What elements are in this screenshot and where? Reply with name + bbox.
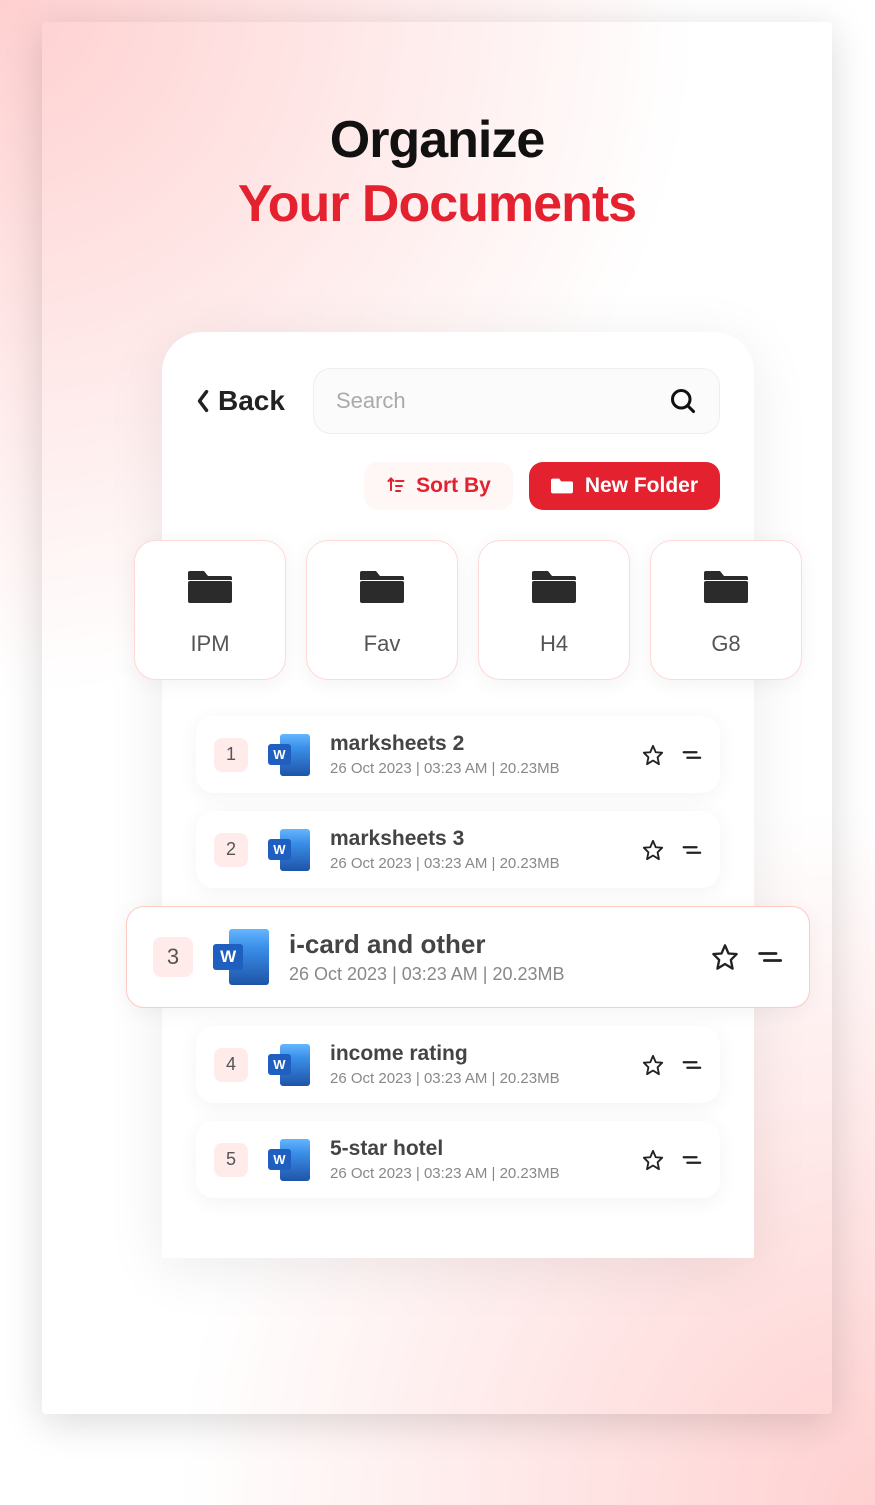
word-doc-icon: W [213,929,269,985]
star-icon[interactable] [642,744,664,766]
back-button[interactable]: Back [196,385,285,417]
row-actions [642,839,702,861]
document-title: 5-star hotel [330,1137,622,1161]
star-icon[interactable] [711,943,739,971]
row-number: 4 [214,1048,248,1082]
document-title: i-card and other [289,929,691,960]
document-info: marksheets 3 26 Oct 2023 | 03:23 AM | 20… [330,827,622,872]
row-number: 1 [214,738,248,772]
row-actions [711,943,783,971]
word-doc-icon: W [268,734,310,776]
document-title: marksheets 2 [330,732,622,756]
row-actions [642,1149,702,1171]
word-doc-icon: W [268,829,310,871]
document-row[interactable]: 4 W income rating 26 Oct 2023 | 03:23 AM… [196,1026,720,1103]
sort-by-label: Sort By [416,474,491,498]
folder-plus-icon [551,476,573,496]
options-icon[interactable] [680,839,702,861]
document-title: marksheets 3 [330,827,622,851]
folder-tile[interactable]: IPM [134,540,286,680]
hero-line2: Your Documents [42,174,832,234]
options-icon[interactable] [680,744,702,766]
document-meta: 26 Oct 2023 | 03:23 AM | 20.23MB [330,1165,622,1182]
document-meta: 26 Oct 2023 | 03:23 AM | 20.23MB [330,855,622,872]
document-meta: 26 Oct 2023 | 03:23 AM | 20.23MB [289,964,691,985]
folder-tile[interactable]: H4 [478,540,630,680]
search-input[interactable] [336,388,669,414]
document-row[interactable]: 5 W 5-star hotel 26 Oct 2023 | 03:23 AM … [196,1121,720,1198]
row-number: 3 [153,937,193,977]
document-info: income rating 26 Oct 2023 | 03:23 AM | 2… [330,1042,622,1087]
hero-line1: Organize [42,110,832,170]
document-row[interactable]: 1 W marksheets 2 26 Oct 2023 | 03:23 AM … [196,716,720,793]
folder-tile[interactable]: G8 [650,540,802,680]
search-field-wrapper[interactable] [313,368,720,434]
new-folder-label: New Folder [585,474,698,498]
document-title: income rating [330,1042,622,1066]
folder-label: IPM [143,631,277,657]
folder-label: H4 [487,631,621,657]
row-actions [642,744,702,766]
sort-icon [386,476,406,496]
row-actions [642,1054,702,1076]
document-meta: 26 Oct 2023 | 03:23 AM | 20.23MB [330,1070,622,1087]
folder-icon [532,569,576,605]
star-icon[interactable] [642,1054,664,1076]
word-doc-icon: W [268,1044,310,1086]
document-info: 5-star hotel 26 Oct 2023 | 03:23 AM | 20… [330,1137,622,1182]
chevron-left-icon [196,389,210,413]
options-icon[interactable] [755,943,783,971]
folder-icon [188,569,232,605]
action-bar: Sort By New Folder [162,434,754,510]
documents-card: Back Sort By New Folder IPM Fav H4 G8 [162,332,754,1258]
document-info: marksheets 2 26 Oct 2023 | 03:23 AM | 20… [330,732,622,777]
topbar: Back [162,368,754,434]
new-folder-button[interactable]: New Folder [529,462,720,510]
folder-icon [360,569,404,605]
row-number: 5 [214,1143,248,1177]
folder-grid: IPM Fav H4 G8 [100,540,836,680]
options-icon[interactable] [680,1054,702,1076]
folder-label: Fav [315,631,449,657]
document-row[interactable]: 2 W marksheets 3 26 Oct 2023 | 03:23 AM … [196,811,720,888]
star-icon[interactable] [642,839,664,861]
folder-icon [704,569,748,605]
word-doc-icon: W [268,1139,310,1181]
app-frame: Organize Your Documents Back Sort By New… [42,22,832,1414]
hero-heading: Organize Your Documents [42,22,832,234]
search-icon [669,387,697,415]
document-list: 1 W marksheets 2 26 Oct 2023 | 03:23 AM … [162,680,754,1198]
sort-by-button[interactable]: Sort By [364,462,513,510]
document-meta: 26 Oct 2023 | 03:23 AM | 20.23MB [330,760,622,777]
row-number: 2 [214,833,248,867]
back-label: Back [218,385,285,417]
document-info: i-card and other 26 Oct 2023 | 03:23 AM … [289,929,691,985]
document-row[interactable]: 3 W i-card and other 26 Oct 2023 | 03:23… [126,906,810,1008]
options-icon[interactable] [680,1149,702,1171]
star-icon[interactable] [642,1149,664,1171]
folder-tile[interactable]: Fav [306,540,458,680]
folder-label: G8 [659,631,793,657]
